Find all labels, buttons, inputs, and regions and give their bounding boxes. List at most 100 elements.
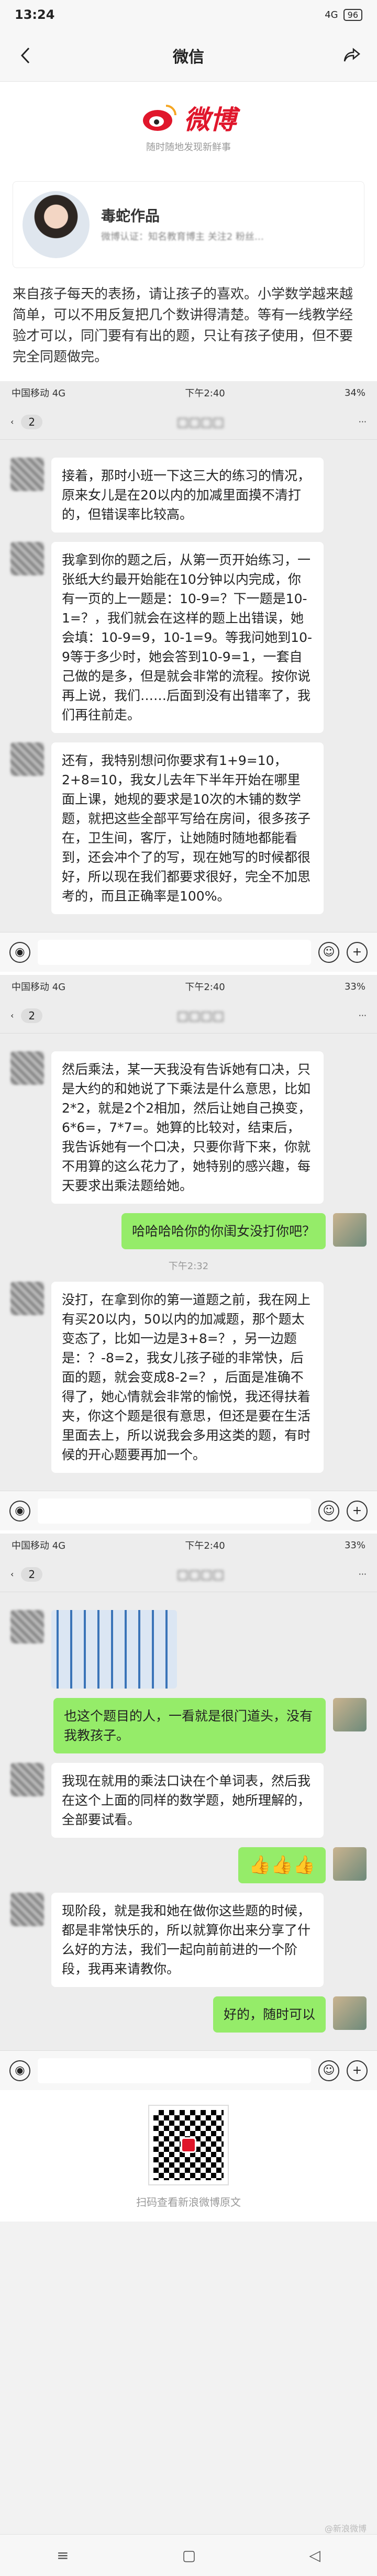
chat-screenshot-2: 中国移动 4G 下午2:40 33% ‹ 2 □□□□ ··· 然后乘法，某一天… (0, 972, 377, 1530)
message-bubble[interactable]: 还有，我特别想问你要求有1+9=10，2+8=10，我女儿去年下半年开始在哪里面… (51, 742, 324, 914)
back-button[interactable] (13, 43, 38, 68)
author-name[interactable]: 毒蛇作品 (101, 205, 264, 226)
contact-avatar[interactable] (10, 1051, 44, 1085)
chat-back-icon[interactable]: ‹ (10, 1569, 14, 1579)
message-bubble-own[interactable]: 也这个题目的人，一看就是很门道头，没有我教孩子。 (53, 1698, 326, 1753)
contact-avatar[interactable] (10, 542, 44, 575)
own-avatar[interactable] (333, 1213, 367, 1247)
status-indicators: 4G 96 (325, 8, 362, 21)
carrier-text: 中国移动 4G (12, 388, 66, 399)
message-list: 也这个题目的人，一看就是很门道头，没有我教孩子。 我现在就用的乘法口诀在个单词表… (0, 1592, 377, 2050)
author-avatar[interactable] (23, 191, 90, 258)
more-icon[interactable]: ··· (359, 417, 367, 427)
chat-message-own: 好的，随时可以 (10, 1996, 367, 2033)
unread-badge: 2 (21, 1008, 43, 1023)
chat-status-time: 下午2:40 (185, 1540, 225, 1551)
emoji-icon[interactable]: ☺ (318, 1500, 339, 1522)
contact-avatar[interactable] (10, 1610, 44, 1644)
chat-status-time: 下午2:40 (185, 982, 225, 993)
message-bubble-own[interactable]: 哈哈哈哈你的你闺女没打你吧？ (121, 1213, 326, 1249)
home-icon[interactable]: ▢ (182, 2547, 196, 2564)
message-bubble-own[interactable]: 好的，随时可以 (213, 1996, 326, 2033)
chat-navbar: ‹ 2 □□□□ ··· (0, 1557, 377, 1592)
voice-icon[interactable]: ◉ (9, 2060, 30, 2081)
top-navbar: 微信 (0, 29, 377, 82)
plus-icon[interactable]: + (347, 941, 368, 963)
chat-back-icon[interactable]: ‹ (10, 417, 14, 427)
message-bubble[interactable]: 没打，在拿到你的第一道题之前，我在网上有买20以内，50以内的加减题，那个题太变… (51, 1282, 324, 1473)
share-icon (343, 47, 360, 61)
emoji-icon[interactable]: ☺ (318, 2060, 339, 2081)
own-avatar[interactable] (333, 1698, 367, 1731)
contact-avatar[interactable] (10, 742, 44, 776)
chat-message-own: 👍👍👍 (10, 1847, 367, 1883)
qr-code[interactable] (148, 2105, 229, 2185)
weibo-eye-icon (143, 105, 176, 131)
chat-back-icon[interactable]: ‹ (10, 1011, 14, 1020)
message-input[interactable] (38, 939, 311, 965)
chat-message: 然后乘法，某一天我没有告诉她有口决，只是大约的和她说了下乘法是什么意思，比如2*… (10, 1051, 367, 1204)
chat-status-bar: 中国移动 4G 下午2:40 33% (0, 1534, 377, 1557)
own-avatar[interactable] (333, 1847, 367, 1881)
chat-message: 我拿到你的题之后，从第一页开始练习，一张纸大约最开始能在10分钟以内完成，你有一… (10, 542, 367, 733)
shared-photo[interactable] (51, 1610, 177, 1689)
own-avatar[interactable] (333, 1996, 367, 2030)
chat-contact-name: □□□□ (176, 414, 225, 429)
status-bar: 13:24 4G 96 (0, 0, 377, 29)
contact-avatar[interactable] (10, 1763, 44, 1796)
watermark: @新浪微博 (324, 2524, 367, 2534)
post-body: 来自孩子每天的表扬，请让孩子的喜欢。小学数学越来越简单，可以不用反复把几个数讲得… (0, 273, 377, 378)
emoji-bubble[interactable]: 👍👍👍 (238, 1847, 326, 1883)
message-bubble[interactable]: 我拿到你的题之后，从第一页开始练习，一张纸大约最开始能在10分钟以内完成，你有一… (51, 542, 324, 733)
weibo-qr-logo-icon (181, 2137, 196, 2153)
footer: 扫码查看新浪微博原文 (0, 2090, 377, 2222)
footer-text: 扫码查看新浪微博原文 (136, 2196, 241, 2208)
message-bubble[interactable]: 然后乘法，某一天我没有告诉她有口决，只是大约的和她说了下乘法是什么意思，比如2*… (51, 1051, 324, 1204)
message-bubble[interactable]: 现阶段，就是我和她在做你这些题的时候，都是非常快乐的，所以就算你出来分享了什么好… (51, 1893, 324, 1987)
message-input[interactable] (38, 1498, 311, 1524)
contact-avatar[interactable] (10, 1282, 44, 1315)
chat-message: 接着，那时小班一下这三大的练习的情况，原来女儿是在20以内的加减里面摸不清打的，… (10, 458, 367, 532)
system-nav-bar: ≡ ▢ ◁ (0, 2534, 377, 2576)
chat-message: 没打，在拿到你的第一道题之前，我在网上有买20以内，50以内的加减题，那个题太变… (10, 1282, 367, 1473)
weibo-brand-text: 微博 (184, 105, 236, 135)
chat-message-own: 哈哈哈哈你的你闺女没打你吧？ (10, 1213, 367, 1249)
menu-icon[interactable]: ≡ (57, 2547, 69, 2564)
voice-icon[interactable]: ◉ (9, 941, 30, 963)
author-card[interactable]: 毒蛇作品 微博认证：知名教育博主 关注2 粉丝… (13, 181, 364, 268)
back-nav-icon[interactable]: ◁ (309, 2547, 320, 2564)
page: 13:24 4G 96 微信 微博 随时随地发现新鲜事 毒蛇作品 微博认证：知名… (0, 0, 377, 2576)
more-icon[interactable]: ··· (359, 1011, 367, 1020)
message-input[interactable] (38, 2058, 311, 2083)
share-button[interactable] (339, 43, 364, 68)
carrier-text: 中国移动 4G (12, 982, 66, 993)
chat-message-photo (10, 1610, 367, 1689)
plus-icon[interactable]: + (347, 2060, 368, 2081)
more-icon[interactable]: ··· (359, 1569, 367, 1579)
chat-message: 现阶段，就是我和她在做你这些题的时候，都是非常快乐的，所以就算你出来分享了什么好… (10, 1893, 367, 1987)
plus-icon[interactable]: + (347, 1500, 368, 1522)
chat-battery: 34% (344, 387, 365, 398)
author-meta: 微博认证：知名教育博主 关注2 粉丝… (101, 231, 264, 242)
chat-status-time: 下午2:40 (185, 388, 225, 399)
chat-contact-name: □□□□ (176, 1567, 225, 1582)
contact-avatar[interactable] (10, 458, 44, 491)
chat-status-bar: 中国移动 4G 下午2:40 33% (0, 975, 377, 998)
message-list: 接着，那时小班一下这三大的练习的情况，原来女儿是在20以内的加减里面摸不清打的，… (0, 440, 377, 932)
weibo-logo-section: 微博 随时随地发现新鲜事 (0, 82, 377, 171)
chat-navbar: ‹ 2 □□□□ ··· (0, 404, 377, 440)
message-bubble[interactable]: 接着，那时小班一下这三大的练习的情况，原来女儿是在20以内的加减里面摸不清打的，… (51, 458, 324, 532)
voice-icon[interactable]: ◉ (9, 1500, 30, 1522)
emoji-icon[interactable]: ☺ (318, 941, 339, 963)
message-bubble[interactable]: 我现在就用的乘法口诀在个单词表，然后我在这个上面的同样的数学题，她所理解的，全部… (51, 1763, 324, 1838)
nav-title: 微信 (173, 48, 204, 66)
chat-message: 我现在就用的乘法口诀在个单词表，然后我在这个上面的同样的数学题，她所理解的，全部… (10, 1763, 367, 1838)
chat-status-bar: 中国移动 4G 下午2:40 34% (0, 381, 377, 404)
weibo-logo: 微博 (141, 99, 236, 137)
chat-battery: 33% (344, 981, 365, 992)
chat-screenshot-1: 中国移动 4G 下午2:40 34% ‹ 2 □□□□ ··· 接着，那时小班一… (0, 378, 377, 972)
contact-avatar[interactable] (10, 1893, 44, 1926)
chat-battery: 33% (344, 1539, 365, 1551)
author-info: 毒蛇作品 微博认证：知名教育博主 关注2 粉丝… (101, 205, 264, 245)
chat-navbar: ‹ 2 □□□□ ··· (0, 998, 377, 1034)
